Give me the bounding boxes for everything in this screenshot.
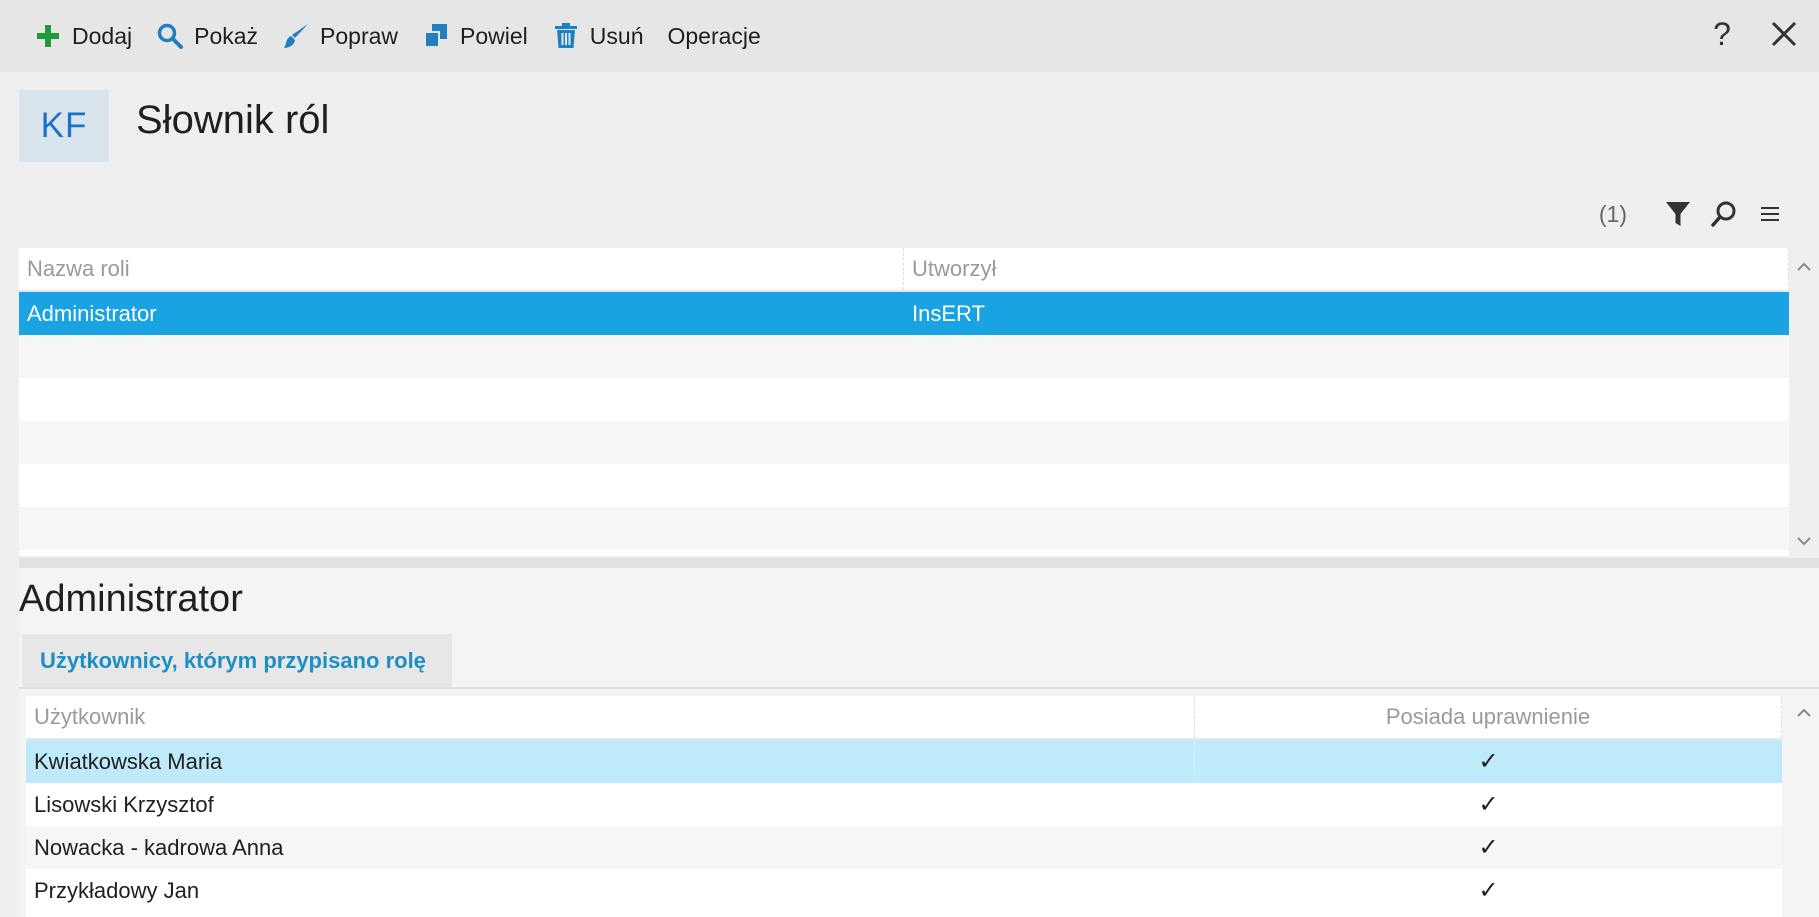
table-row[interactable]: Nowacka - kadrowa Anna ✓ <box>26 826 1782 869</box>
help-button[interactable]: ? <box>1709 16 1735 53</box>
column-has-permission[interactable]: Posiada uprawnienie <box>1195 696 1782 738</box>
duplicate-button-label: Powiel <box>460 22 528 49</box>
magnifier-icon <box>1711 201 1736 227</box>
user-cell: Nowacka - kadrowa Anna <box>34 834 284 860</box>
show-button-label: Pokaż <box>194 22 259 49</box>
details-title: Administrator <box>19 578 243 620</box>
operations-menu-label: Operacje <box>667 22 761 49</box>
edit-button-label: Popraw <box>320 22 399 49</box>
column-user[interactable]: Użytkownik <box>26 696 1195 738</box>
empty-row <box>19 421 1789 464</box>
user-cell: Przykładowy Jan <box>34 877 200 903</box>
permission-check-icon: ✓ <box>1478 791 1499 818</box>
delete-button-label: Usuń <box>589 22 644 49</box>
grid-tools: (1) <box>1599 199 1785 229</box>
users-grid: Użytkownik Posiada uprawnienie Kwiatkows… <box>26 696 1782 917</box>
filter-button[interactable] <box>1663 199 1693 229</box>
permission-check-icon: ✓ <box>1478 748 1499 775</box>
duplicate-button[interactable]: Powiel <box>422 16 528 56</box>
toolbar: Dodaj Pokaż Popraw Powiel Usuń Operacje … <box>0 0 1819 72</box>
filter-icon <box>1666 202 1690 226</box>
operations-menu[interactable]: Operacje <box>668 16 761 56</box>
table-row[interactable]: Administrator InsERT <box>19 292 1789 335</box>
column-role-name[interactable]: Nazwa roli <box>19 248 904 290</box>
page-title: Słownik ról <box>136 98 330 142</box>
empty-row <box>19 335 1789 378</box>
add-button-label: Dodaj <box>72 22 133 49</box>
roles-scroll-up-icon[interactable] <box>1795 258 1813 276</box>
menu-button[interactable] <box>1755 199 1785 229</box>
users-scroll-up-icon[interactable] <box>1795 704 1813 722</box>
role-details-panel: Administrator Użytkownicy, którym przypi… <box>19 568 1819 917</box>
roles-scroll-down-icon[interactable] <box>1795 532 1813 550</box>
user-cell: Kwiatkowska Maria <box>26 740 1195 783</box>
column-created-by[interactable]: Utworzył <box>904 248 1789 290</box>
module-logo: KF <box>19 90 109 162</box>
permission-check-icon: ✓ <box>1478 834 1499 861</box>
roles-grid-header: Nazwa roli Utworzył <box>19 248 1789 292</box>
roles-grid: Nazwa roli Utworzył Administrator InsERT <box>19 248 1789 556</box>
search-icon <box>156 22 184 50</box>
table-row[interactable]: Kwiatkowska Maria ✓ <box>26 740 1782 783</box>
users-grid-header: Użytkownik Posiada uprawnienie <box>26 696 1782 740</box>
empty-row <box>19 507 1789 550</box>
splitter[interactable] <box>19 558 1819 568</box>
plus-icon <box>34 22 62 50</box>
add-button[interactable]: Dodaj <box>34 16 132 56</box>
search-button[interactable] <box>1709 199 1739 229</box>
delete-button[interactable]: Usuń <box>552 16 644 56</box>
role-name-cell: Administrator <box>27 300 157 326</box>
filter-count: (1) <box>1598 200 1627 227</box>
edit-button[interactable]: Popraw <box>282 16 398 56</box>
created-by-cell: InsERT <box>912 300 985 326</box>
empty-row <box>19 378 1789 421</box>
user-cell: Lisowski Krzysztof <box>34 791 214 817</box>
brush-icon <box>282 22 310 50</box>
window-controls: ? <box>1709 16 1801 53</box>
tab-divider <box>19 687 1819 689</box>
table-row[interactable]: Lisowski Krzysztof ✓ <box>26 783 1782 826</box>
close-button[interactable] <box>1769 19 1801 51</box>
trash-icon <box>552 22 580 50</box>
duplicate-icon <box>422 22 450 50</box>
hamburger-icon <box>1761 207 1779 221</box>
show-button[interactable]: Pokaż <box>156 16 258 56</box>
empty-row <box>19 464 1789 507</box>
permission-check-icon: ✓ <box>1478 877 1499 904</box>
close-icon <box>1771 21 1797 46</box>
table-row[interactable]: Przykładowy Jan ✓ <box>26 869 1782 912</box>
tab-assigned-users[interactable]: Użytkownicy, którym przypisano rolę <box>22 634 452 688</box>
